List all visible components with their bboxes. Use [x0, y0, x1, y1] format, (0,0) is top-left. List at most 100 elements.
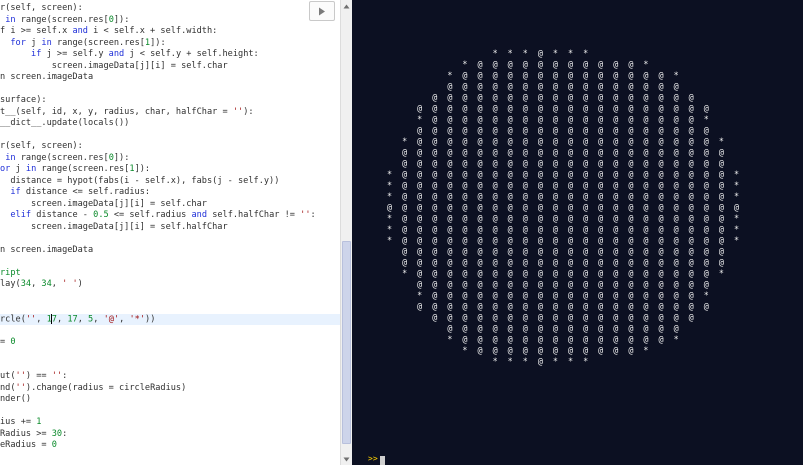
- code-token: '': [232, 106, 244, 117]
- code-line[interactable]: eRadius = 0: [0, 440, 340, 452]
- code-line[interactable]: [0, 302, 340, 314]
- code-token: r(self, screen):: [0, 3, 83, 13]
- code-line[interactable]: n screen.imageData: [0, 245, 340, 257]
- console-panel[interactable]: * * * @ * * * * @ @ @ @ @ @ @ @ @ @ @ * …: [352, 0, 803, 465]
- code-line[interactable]: in range(screen.res[0]):: [0, 153, 340, 165]
- code-line[interactable]: or j in range(screen.res[1]):: [0, 164, 340, 176]
- code-line[interactable]: [0, 325, 340, 337]
- code-token: range(screen.res[: [51, 37, 145, 48]
- code-line[interactable]: [0, 360, 340, 372]
- code-line[interactable]: distance = hypot(fabs(i - self.x), fabs(…: [0, 176, 340, 188]
- code-line[interactable]: r(self, screen):: [0, 3, 340, 15]
- code-token: screen.imageData[j][i] = self.halfChar: [0, 221, 228, 232]
- code-line[interactable]: if j >= self.y and j < self.y + self.hei…: [0, 49, 340, 61]
- code-token: range(screen.res[: [15, 14, 109, 25]
- console-prompt: >>: [368, 454, 378, 463]
- editor-scrollbar[interactable]: [340, 0, 352, 465]
- code-line[interactable]: screen.imageData[j][i] = self.halfChar: [0, 222, 340, 234]
- code-line[interactable]: nd('').change(radius = circleRadius): [0, 383, 340, 395]
- code-line[interactable]: = 0: [0, 337, 340, 349]
- code-line[interactable]: for j in range(screen.res[1]):: [0, 38, 340, 50]
- code-token: ' ': [62, 279, 78, 289]
- code-token: ]):: [150, 37, 166, 48]
- code-token: distance = hypot(fabs(i - self.x), fabs(…: [0, 175, 280, 186]
- code-line[interactable]: [0, 233, 340, 245]
- scroll-thumb[interactable]: [342, 241, 351, 445]
- code-token: distance <= self.radius:: [20, 187, 151, 197]
- code-line[interactable]: [0, 348, 340, 360]
- code-line[interactable]: t__(self, id, x, y, radius, char, halfCh…: [0, 107, 340, 119]
- code-line[interactable]: screen.imageData[j][i] = self.char: [0, 199, 340, 211]
- code-line[interactable]: r(self, screen):: [0, 141, 340, 153]
- console-output: * * * @ * * * * @ @ @ @ @ @ @ @ @ @ @ * …: [387, 48, 741, 367]
- code-line[interactable]: f i >= self.x and i < self.x + self.widt…: [0, 26, 340, 38]
- code-token: j < self.y + self.height:: [124, 49, 259, 59]
- code-token: '': [300, 210, 311, 220]
- code-token: screen.imageData[j][i] = self.char: [0, 198, 207, 209]
- code-token: ,: [77, 314, 89, 324]
- code-token: distance -: [31, 210, 94, 220]
- code-token: in: [5, 152, 16, 163]
- code-token: if: [31, 49, 42, 59]
- code-line[interactable]: in range(screen.res[0]):: [0, 15, 340, 27]
- code-token: :: [310, 210, 316, 220]
- code-lines[interactable]: r(self, screen): in range(screen.res[0])…: [0, 3, 340, 452]
- code-token: and: [72, 26, 88, 36]
- code-token: j: [25, 37, 42, 48]
- code-token: :: [62, 371, 68, 381]
- code-token: <= self.radius: [108, 210, 192, 220]
- code-line[interactable]: surface):: [0, 95, 340, 107]
- console-output-line: @ @ @ @ @ @ @ @ @ @ @ @ @ @ @ @: [387, 81, 682, 91]
- console-output-line: @ @ @ @ @ @ @ @ @ @ @ @ @ @ @ @ @ @ @ @: [387, 279, 712, 289]
- code-line[interactable]: ius += 1: [0, 417, 340, 429]
- scroll-up-button[interactable]: [341, 0, 352, 12]
- console-output-line: * @ @ @ @ @ @ @ @ @ @ @ @ @ @ *: [387, 70, 682, 80]
- console-output-line: @ @ @ @ @ @ @ @ @ @ @ @ @ @ @ @: [387, 323, 682, 333]
- console-output-line: @ @ @ @ @ @ @ @ @ @ @ @ @ @ @ @ @ @: [387, 312, 697, 322]
- code-line[interactable]: elif distance - 0.5 <= self.radius and s…: [0, 210, 340, 222]
- code-line[interactable]: nder(): [0, 394, 340, 406]
- code-token: and: [191, 210, 208, 220]
- code-token: ): [77, 279, 83, 289]
- run-button[interactable]: [309, 1, 335, 21]
- code-token: n screen.imageData: [0, 72, 94, 82]
- code-line[interactable]: screen.imageData[j][i] = self.char: [0, 61, 340, 73]
- code-line[interactable]: [0, 406, 340, 418]
- code-line[interactable]: __dict__.update(locals()): [0, 118, 340, 130]
- code-token: and: [108, 49, 125, 59]
- scroll-down-button[interactable]: [341, 453, 352, 465]
- console-output-line: @ @ @ @ @ @ @ @ @ @ @ @ @ @ @ @ @ @ @ @ …: [387, 257, 727, 267]
- code-token: 0.5: [93, 210, 109, 220]
- code-line[interactable]: [0, 130, 340, 142]
- code-line[interactable]: ript: [0, 268, 340, 280]
- code-line[interactable]: Radius >= 30:: [0, 429, 340, 441]
- code-token: 1: [36, 417, 42, 427]
- code-token: '': [51, 371, 63, 381]
- code-token: range(screen.res[: [15, 152, 109, 163]
- code-token: i < self.x + self.width:: [87, 26, 218, 36]
- code-token: rcle(: [0, 314, 26, 324]
- console-output-line: * @ @ @ @ @ @ @ @ @ @ @ *: [387, 345, 651, 355]
- console-output-line: * @ @ @ @ @ @ @ @ @ @ @ @ @ @ @ @ @ @ @ …: [387, 268, 727, 278]
- code-line[interactable]: ut('') == '':: [0, 371, 340, 383]
- console-output-line: @ @ @ @ @ @ @ @ @ @ @ @ @ @ @ @ @ @ @ @ …: [387, 147, 727, 157]
- code-token: if: [10, 187, 21, 197]
- code-line[interactable]: [0, 256, 340, 268]
- code-token: '*': [129, 314, 146, 324]
- code-token: Radius >=: [0, 428, 52, 439]
- console-output-line: @ @ @ @ @ @ @ @ @ @ @ @ @ @ @ @ @ @ @ @ …: [387, 158, 727, 168]
- code-token: or: [0, 164, 11, 174]
- code-line[interactable]: if distance <= self.radius:: [0, 187, 340, 199]
- code-line[interactable]: [0, 291, 340, 303]
- code-line[interactable]: [0, 84, 340, 96]
- code-token: ius +=: [0, 417, 37, 427]
- console-output-line: * @ @ @ @ @ @ @ @ @ @ @ @ @ @ @ @ @ @ @ …: [387, 169, 742, 179]
- code-line[interactable]: lay(34, 34, ' '): [0, 279, 340, 291]
- code-line[interactable]: rcle('', 17, 17, 5, '@', '*')): [0, 313, 340, 325]
- code-line[interactable]: n screen.imageData: [0, 72, 340, 84]
- console-output-line: * @ @ @ @ @ @ @ @ @ @ @ @ @ @ @ @ @ @ *: [387, 290, 712, 300]
- console-output-line: * @ @ @ @ @ @ @ @ @ @ @ @ @ @ @ @ @ @ @ …: [387, 213, 742, 223]
- code-token: elif: [10, 210, 32, 220]
- code-editor[interactable]: r(self, screen): in range(screen.res[0])…: [0, 0, 340, 465]
